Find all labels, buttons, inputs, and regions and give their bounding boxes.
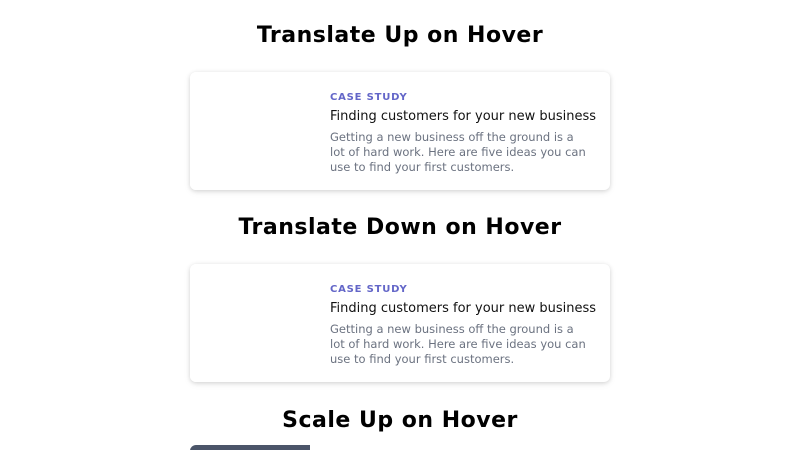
section-title-translate-down: Translate Down on Hover [238,215,562,240]
card-body: Case Study Finding customers for your ne… [330,264,597,367]
card-category: Case Study [330,92,408,103]
card-description: Getting a new business off the ground is… [330,130,586,174]
page: Translate Up on Hover Case Study Finding… [0,0,800,450]
card-translate-down[interactable]: Case Study Finding customers for your ne… [190,264,610,382]
card-image [190,264,310,382]
card-title: Finding customers for your new business [330,301,597,316]
card-category: Case Study [330,284,408,295]
card-body: Case Study Finding customers for your ne… [330,72,597,175]
card-scale-up-image-partial[interactable] [190,445,310,450]
card-title: Finding customers for your new business [330,109,597,124]
section-title-translate-up: Translate Up on Hover [256,23,544,48]
card-description: Getting a new business off the ground is… [330,322,586,366]
card-image [190,72,310,190]
card-translate-up[interactable]: Case Study Finding customers for your ne… [190,72,610,190]
section-title-scale-up: Scale Up on Hover [282,408,518,433]
